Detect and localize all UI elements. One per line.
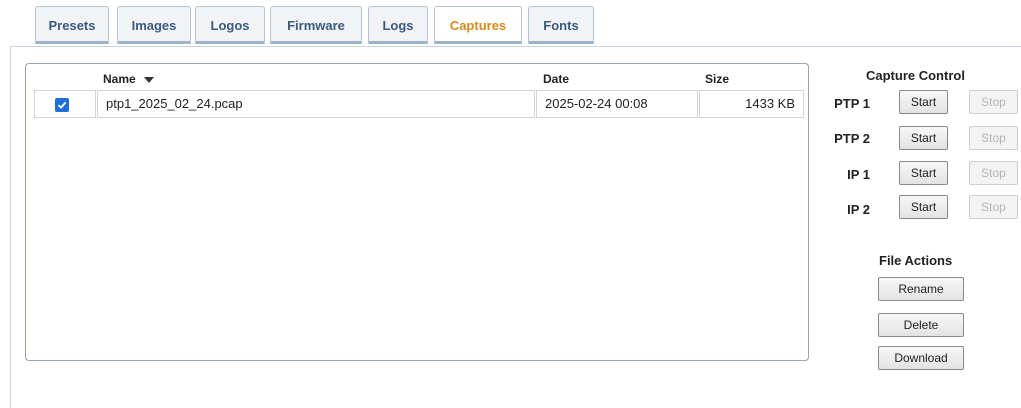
ip1-start-button[interactable]: Start [899,161,948,185]
tab-presets[interactable]: Presets [35,6,109,44]
tab-logos[interactable]: Logos [195,6,265,44]
ptp1-label: PTP 1 [834,96,870,111]
checkmark-icon [57,101,67,109]
captures-file-table: Name Date Size ptp1_2025_02_24.pcap 2025… [25,63,809,361]
rename-button[interactable]: Rename [878,277,964,301]
download-button[interactable]: Download [878,346,964,370]
column-header-name-label: Name [103,72,136,86]
row-file-name: ptp1_2025_02_24.pcap [97,90,535,118]
sort-down-arrow-icon [143,76,154,83]
ip2-label: IP 2 [847,202,870,217]
ptp1-start-button[interactable]: Start [899,90,948,114]
table-row[interactable]: ptp1_2025_02_24.pcap 2025-02-24 00:08 14… [34,90,804,120]
tab-logs[interactable]: Logs [368,6,428,44]
column-header-name[interactable]: Name [103,72,154,86]
column-header-date[interactable]: Date [543,72,569,86]
ptp1-stop-button[interactable]: Stop [969,90,1018,114]
delete-button[interactable]: Delete [878,313,964,337]
row-checkbox[interactable] [55,98,69,112]
ptp2-start-button[interactable]: Start [899,126,948,150]
row-select-cell [34,90,96,118]
ip2-stop-button[interactable]: Stop [969,195,1018,219]
tab-captures[interactable]: Captures [434,6,522,44]
ptp2-label: PTP 2 [834,131,870,146]
tab-fonts[interactable]: Fonts [528,6,594,44]
row-file-date: 2025-02-24 00:08 [536,90,698,118]
ip1-stop-button[interactable]: Stop [969,161,1018,185]
content-left-border [10,47,11,408]
ip1-label: IP 1 [847,167,870,182]
file-actions-title: File Actions [879,253,953,268]
ptp2-stop-button[interactable]: Stop [969,126,1018,150]
column-header-size[interactable]: Size [705,72,729,86]
row-file-size: 1433 KB [699,90,804,118]
ip2-start-button[interactable]: Start [899,195,948,219]
capture-control-title: Capture Control [866,68,965,83]
tab-images[interactable]: Images [117,6,191,44]
tab-firmware[interactable]: Firmware [270,6,362,44]
tab-divider [10,46,1021,47]
